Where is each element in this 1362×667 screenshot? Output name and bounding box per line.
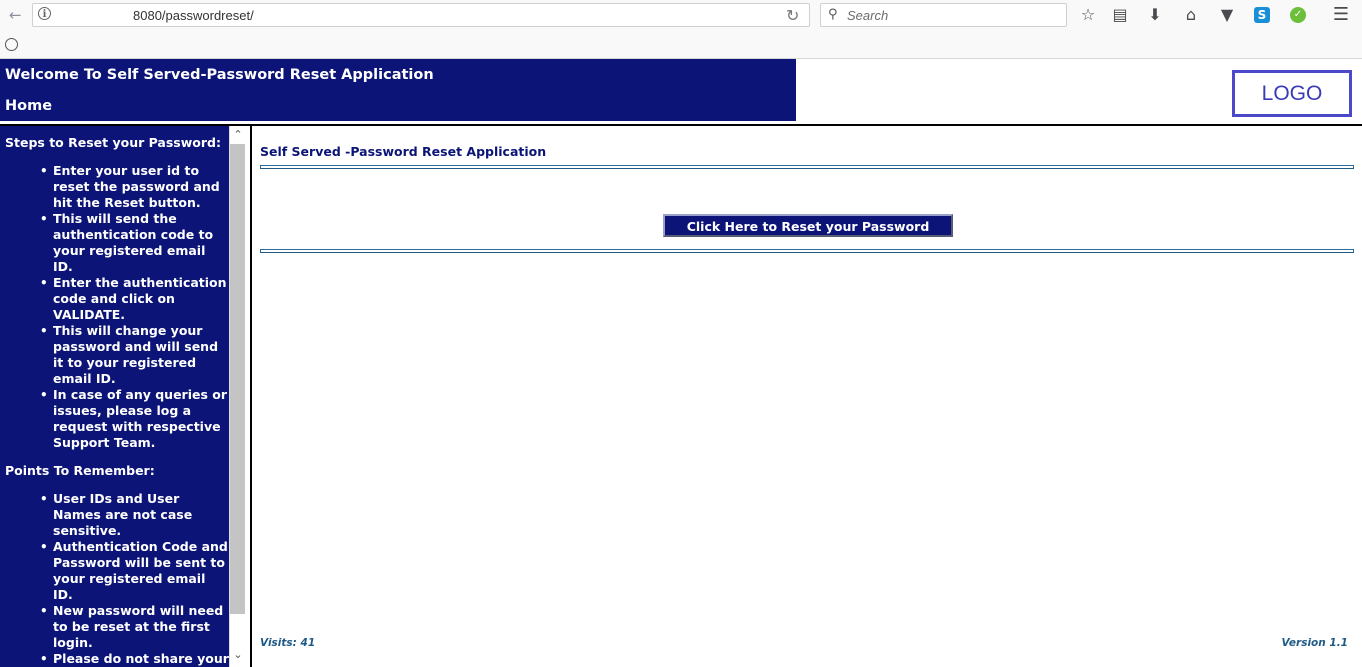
steps-heading: Steps to Reset your Password: xyxy=(5,135,221,150)
version-label: Version 1.1 xyxy=(1281,637,1348,649)
download-icon[interactable]: ⬇ xyxy=(1145,5,1165,25)
top-separator xyxy=(260,165,1354,169)
skype-icon[interactable]: S xyxy=(1254,7,1270,23)
home-icon[interactable]: ⌂ xyxy=(1181,5,1201,25)
point-item: New password will need to be reset at th… xyxy=(40,603,229,651)
scroll-up-icon[interactable]: ⌃ xyxy=(232,128,244,141)
menu-icon[interactable]: ☰ xyxy=(1331,5,1351,25)
step-item: This will change your password and will … xyxy=(40,323,229,387)
point-item: Please do not share your password with a… xyxy=(40,651,229,667)
extension-icon[interactable]: ✓ xyxy=(1290,7,1306,23)
sidebar-scrollbar[interactable] xyxy=(230,144,245,614)
reload-icon[interactable]: ↻ xyxy=(786,6,799,25)
points-list: User IDs and User Names are not case sen… xyxy=(0,491,229,667)
search-placeholder[interactable]: Search xyxy=(847,8,888,23)
main-heading: Self Served -Password Reset Application xyxy=(260,144,547,159)
browser-toolbar: ← i 8080/passwordreset/ ↻ ⚲ Search ☆ ▤ ⬇… xyxy=(0,0,1362,33)
step-item: This will send the authentication code t… xyxy=(40,211,229,275)
globe-icon xyxy=(5,38,18,51)
info-icon[interactable]: i xyxy=(38,7,51,20)
point-item: Authentication Code and Password will be… xyxy=(40,539,229,603)
point-item: User IDs and User Names are not case sen… xyxy=(40,491,229,539)
home-link[interactable]: Home xyxy=(5,98,52,114)
step-item: Enter your user id to reset the password… xyxy=(40,163,229,211)
search-bar[interactable]: ⚲ Search xyxy=(820,3,1067,27)
step-item: Enter the authentication code and click … xyxy=(40,275,229,323)
search-icon: ⚲ xyxy=(828,7,838,22)
sidebar: Steps to Reset your Password: Enter your… xyxy=(0,126,229,667)
scroll-down-icon[interactable]: ⌄ xyxy=(232,648,244,661)
reading-list-icon[interactable]: ▤ xyxy=(1110,5,1130,25)
page-title: Welcome To Self Served-Password Reset Ap… xyxy=(5,67,434,83)
steps-list: Enter your user id to reset the password… xyxy=(0,163,229,451)
frame-divider xyxy=(250,126,252,667)
bookmarks-bar xyxy=(0,33,1362,59)
pocket-icon[interactable]: ▼ xyxy=(1217,5,1237,25)
step-item: In case of any queries or issues, please… xyxy=(40,387,229,451)
back-icon[interactable]: ← xyxy=(9,8,22,23)
reset-password-button[interactable]: Click Here to Reset your Password xyxy=(663,214,953,237)
points-heading: Points To Remember: xyxy=(5,463,155,478)
bottom-separator xyxy=(260,249,1354,253)
url-text[interactable]: 8080/passwordreset/ xyxy=(133,8,254,23)
visits-counter: Visits: 41 xyxy=(260,637,316,649)
address-bar[interactable]: i 8080/passwordreset/ xyxy=(32,3,810,27)
bookmark-star-icon[interactable]: ☆ xyxy=(1078,5,1098,25)
logo: LOGO xyxy=(1232,70,1352,117)
